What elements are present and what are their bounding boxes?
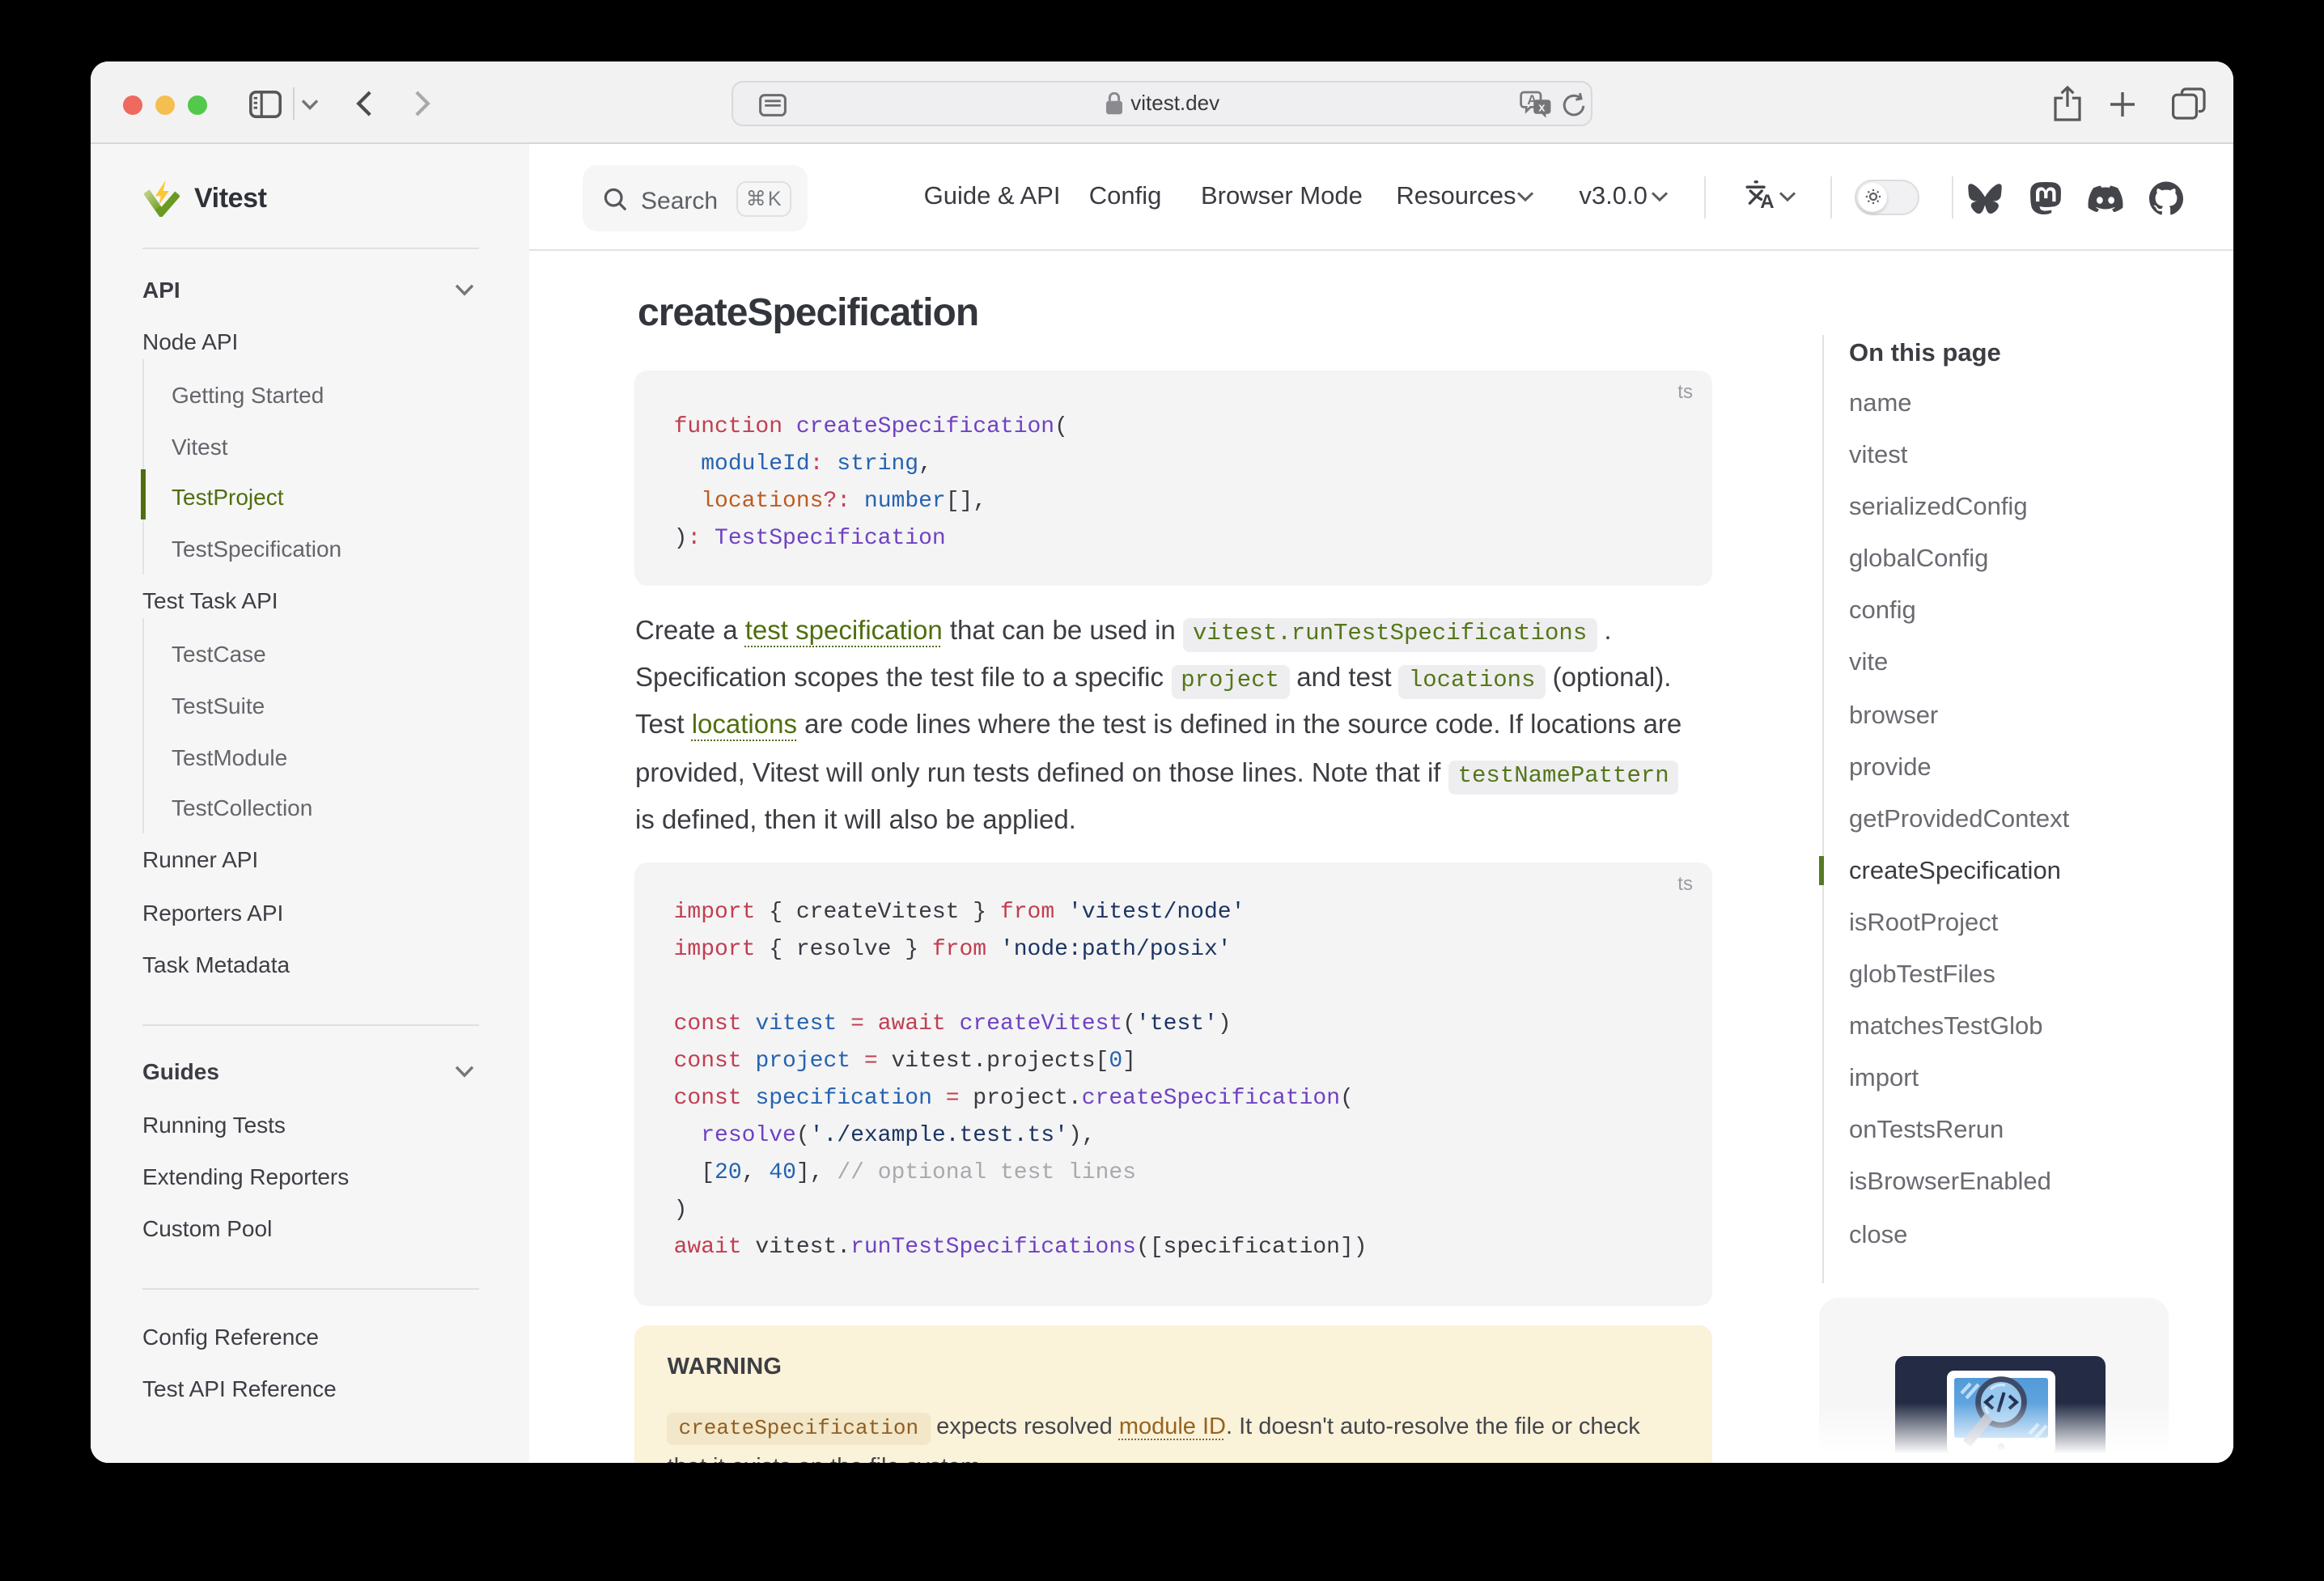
svg-text:A: A: [1760, 191, 1774, 212]
svg-text:x: x: [1539, 102, 1546, 115]
